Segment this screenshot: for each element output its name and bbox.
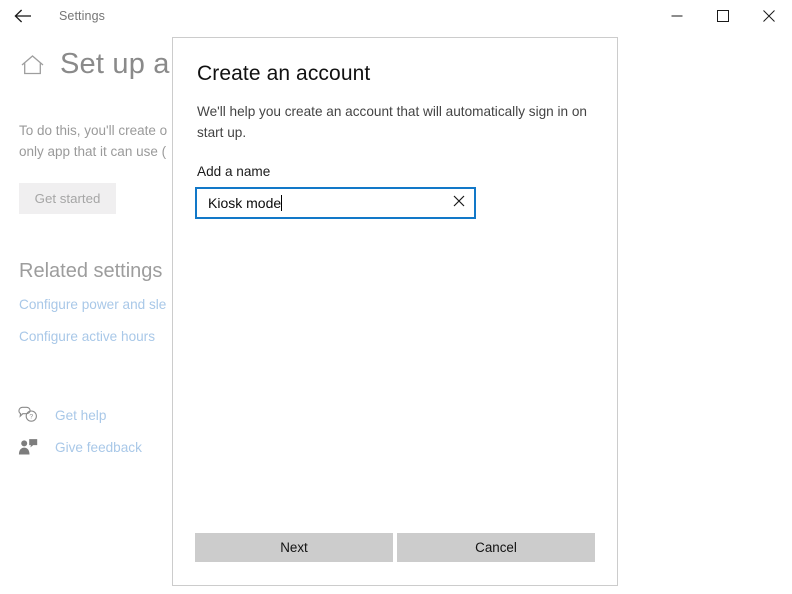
minimize-button[interactable] — [654, 0, 700, 32]
page-description: To do this, you'll create o only app tha… — [19, 120, 194, 162]
close-button[interactable] — [746, 0, 792, 32]
get-help-label: Get help — [55, 407, 107, 423]
account-name-field[interactable]: Kiosk mode — [195, 187, 476, 219]
svg-text:?: ? — [29, 414, 33, 421]
clear-input-button[interactable] — [444, 189, 474, 217]
text-caret — [281, 195, 283, 211]
dialog-description: We'll help you create an account that wi… — [197, 104, 587, 140]
get-help-link[interactable]: ? Get help — [17, 404, 106, 426]
dialog-title: Create an account — [197, 62, 371, 85]
window-title: Settings — [59, 9, 105, 23]
feedback-person-icon — [17, 436, 39, 458]
related-settings-heading: Related settings — [19, 260, 163, 282]
related-link-power-sleep[interactable]: Configure power and sle — [19, 297, 166, 312]
related-link-active-hours[interactable]: Configure active hours — [19, 329, 155, 344]
page-header: Set up a k — [18, 48, 193, 81]
clear-x-icon — [453, 194, 465, 212]
home-icon[interactable] — [18, 51, 46, 79]
dialog-action-bar: Next Cancel — [195, 533, 595, 562]
maximize-icon — [717, 10, 729, 22]
page-description-line1: To do this, you'll create o — [19, 123, 168, 138]
account-name-input[interactable]: Kiosk mode — [197, 195, 444, 211]
close-icon — [763, 10, 775, 22]
back-arrow-icon — [14, 9, 32, 23]
account-name-text: Kiosk mode — [208, 195, 282, 211]
give-feedback-label: Give feedback — [55, 439, 142, 455]
minimize-icon — [671, 10, 683, 22]
add-a-name-label: Add a name — [197, 164, 271, 179]
title-bar: Settings — [0, 0, 792, 32]
next-button[interactable]: Next — [195, 533, 393, 562]
give-feedback-link[interactable]: Give feedback — [17, 436, 142, 458]
page-description-line2: only app that it can use ( — [19, 144, 167, 159]
create-account-dialog: Create an account We'll help you create … — [172, 37, 618, 586]
help-bubble-icon: ? — [17, 404, 39, 426]
back-button[interactable] — [0, 0, 46, 32]
window-controls — [654, 0, 792, 32]
get-started-button[interactable]: Get started — [19, 183, 116, 214]
maximize-button[interactable] — [700, 0, 746, 32]
cancel-button[interactable]: Cancel — [397, 533, 595, 562]
settings-window: Settings Set up a k To do this, you'll c… — [0, 0, 792, 594]
